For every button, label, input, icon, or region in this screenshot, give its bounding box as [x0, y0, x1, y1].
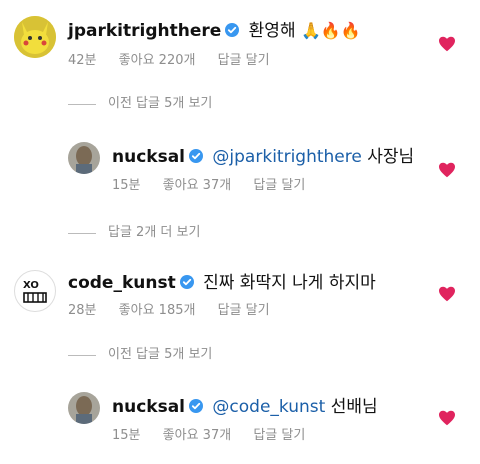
avatar-jparkitrighthere[interactable] — [14, 16, 56, 58]
view-more-label[interactable]: 답글 2개 더 보기 — [108, 224, 200, 242]
likes-count[interactable]: 좋아요 37개 — [163, 428, 232, 443]
comment-line: nucksal @jparkitrighthere 사장님 — [112, 146, 414, 168]
username[interactable]: nucksal — [112, 147, 185, 167]
view-more-replies[interactable]: 답글 2개 더 보기 — [68, 224, 200, 242]
likes-count[interactable]: 좋아요 220개 — [119, 53, 196, 68]
comment-text: 사장님 — [367, 147, 415, 167]
avatar-skull-image: XO — [23, 280, 47, 303]
verified-badge-icon — [189, 149, 204, 163]
comments-feed: jparkitrighthere 환영해 🙏🔥🔥 42분 좋아요 220개 답글… — [0, 0, 480, 464]
timestamp: 42분 — [68, 53, 97, 68]
avatar-nucksal[interactable] — [68, 142, 100, 174]
mention-link[interactable]: @jparkitrighthere — [212, 147, 361, 167]
avatar-nucksal[interactable] — [68, 392, 100, 424]
verified-badge-icon — [189, 399, 204, 413]
reply-button[interactable]: 답글 달기 — [253, 178, 305, 193]
view-more-label[interactable]: 이전 답글 5개 보기 — [108, 95, 212, 113]
svg-text:XO: XO — [23, 280, 39, 291]
heart-icon[interactable] — [438, 410, 456, 426]
view-previous-replies[interactable]: 이전 답글 5개 보기 — [68, 346, 212, 364]
avatar-nucksal-image — [68, 142, 100, 174]
username[interactable]: code_kunst — [68, 273, 176, 293]
comment-line: jparkitrighthere 환영해 🙏🔥🔥 — [68, 20, 361, 42]
comment-meta: 15분 좋아요 37개 답글 달기 — [112, 427, 323, 445]
comment-line: nucksal @code_kunst 선배님 — [112, 396, 378, 418]
comment-text: 선배님 — [330, 397, 378, 417]
heart-icon[interactable] — [438, 162, 456, 178]
comment-meta: 42분 좋아요 220개 답글 달기 — [68, 52, 288, 70]
divider-line — [68, 232, 96, 234]
comment-meta: 15분 좋아요 37개 답글 달기 — [112, 177, 323, 195]
heart-icon[interactable] — [438, 36, 456, 52]
avatar-pikachu-image — [14, 16, 56, 58]
username[interactable]: jparkitrighthere — [68, 21, 221, 41]
comment-text: 진짜 화딱지 나게 하지마 — [203, 273, 376, 293]
comment-emoji: 🙏🔥🔥 — [301, 21, 361, 40]
comment-meta: 28분 좋아요 185개 답글 달기 — [68, 302, 288, 320]
verified-badge-icon — [179, 275, 194, 289]
timestamp: 15분 — [112, 178, 141, 193]
divider-line — [68, 354, 96, 356]
verified-badge-icon — [225, 23, 240, 37]
reply-button[interactable]: 답글 달기 — [218, 53, 270, 68]
timestamp: 15분 — [112, 428, 141, 443]
avatar-nucksal-image — [68, 392, 100, 424]
likes-count[interactable]: 좋아요 37개 — [163, 178, 232, 193]
mention-link[interactable]: @code_kunst — [212, 397, 325, 417]
reply-button[interactable]: 답글 달기 — [253, 428, 305, 443]
username[interactable]: nucksal — [112, 397, 185, 417]
comment-text: 환영해 — [248, 21, 296, 41]
likes-count[interactable]: 좋아요 185개 — [119, 303, 196, 318]
view-more-label[interactable]: 이전 답글 5개 보기 — [108, 346, 212, 364]
heart-icon[interactable] — [438, 286, 456, 302]
divider-line — [68, 103, 96, 105]
reply-button[interactable]: 답글 달기 — [218, 303, 270, 318]
comment-line: code_kunst 진짜 화딱지 나게 하지마 — [68, 272, 376, 294]
view-previous-replies[interactable]: 이전 답글 5개 보기 — [68, 95, 212, 113]
timestamp: 28분 — [68, 303, 97, 318]
avatar-code-kunst[interactable]: XO — [14, 270, 56, 312]
